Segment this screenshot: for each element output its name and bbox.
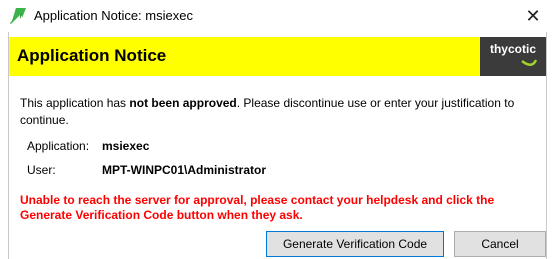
notice-message: This application has not been approved. … [20,95,530,129]
user-label: User: [27,163,56,177]
swoosh-icon [521,59,538,66]
notice-banner: Application Notice thycotic [9,37,546,76]
close-button[interactable]: ✕ [513,0,553,32]
generate-verification-code-button[interactable]: Generate Verification Code [266,231,444,257]
message-emphasis: not been approved [129,96,237,110]
thycotic-logo: thycotic [480,37,546,76]
banner-title: Application Notice [17,46,167,65]
message-prefix: This application has [20,96,130,110]
cancel-button[interactable]: Cancel [454,231,546,257]
window-border-right [546,32,547,259]
application-value: msiexec [102,139,150,153]
brand-name: thycotic [489,42,536,56]
green-arrow-icon [10,8,26,24]
title-bar: Application Notice: msiexec ✕ [0,0,553,32]
window-title: Application Notice: msiexec [34,8,193,23]
error-message: Unable to reach the server for approval,… [20,193,495,222]
user-value: MPT-WINPC01\Administrator [102,163,267,177]
application-label: Application: [27,139,90,153]
